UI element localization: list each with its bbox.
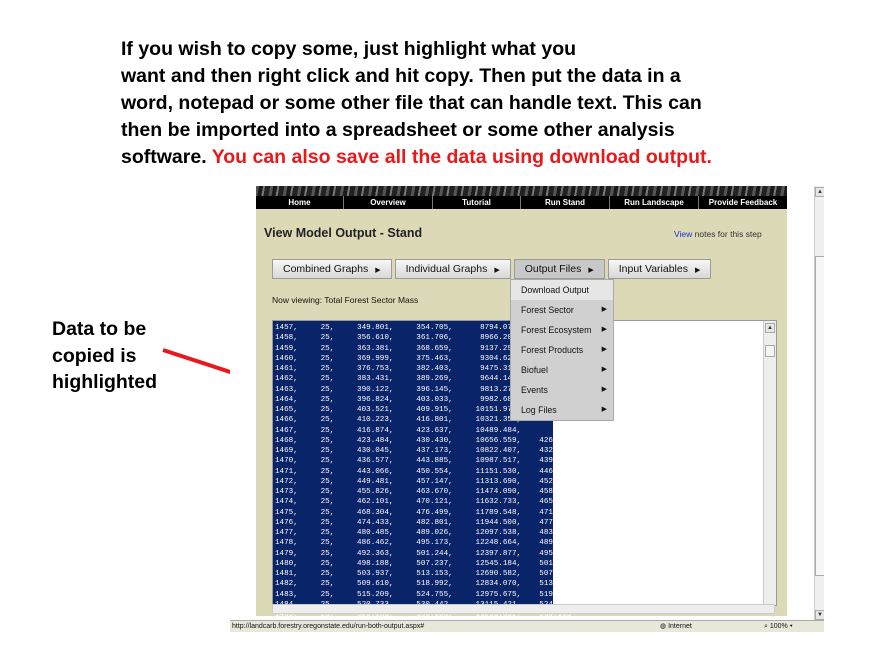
view-notes-link[interactable]: View (674, 229, 692, 239)
zoom-level[interactable]: ⌕ 100% ▾ (764, 621, 793, 632)
data-row: 1482, 25, 509.610, 518.992, 12834.070, 5… (275, 580, 572, 589)
tab-individual-graphs[interactable]: Individual Graphs ▶ (394, 259, 511, 279)
data-row: 1476, 25, 474.433, 482.801, 11944.500, 4… (275, 518, 572, 527)
triangle-right-icon: ▶ (601, 326, 607, 333)
data-row: 1480, 25, 498.188, 507.237, 12545.184, 5… (275, 559, 572, 568)
triangle-right-icon: ▶ (601, 406, 607, 413)
data-row: 1470, 25, 436.577, 443.885, 10987.517, 4… (275, 457, 572, 466)
data-row: 1478, 25, 486.462, 495.173, 12248.664, 4… (275, 539, 572, 548)
triangle-right-icon: ▶ (588, 267, 594, 274)
scroll-thumb[interactable] (765, 345, 775, 357)
output-tabs: Combined Graphs ▶ Individual Graphs ▶ Outp… (272, 259, 714, 279)
data-row: 1473, 25, 455.826, 463.670, 11474.090, 4… (275, 488, 572, 496)
menu-item-log-files[interactable]: Log Files ▶ (511, 400, 613, 420)
menu-item-label: Biofuel (521, 365, 548, 375)
triangle-right-icon: ▶ (601, 366, 607, 373)
internet-zone: ◍ Internet (660, 621, 692, 632)
menu-item-download-output[interactable]: Download Output (511, 280, 613, 300)
data-row: 1471, 25, 443.066, 450.554, 11151.530, 4… (275, 467, 572, 476)
data-row: 1474, 25, 462.101, 470.121, 11632.733, 4… (275, 498, 572, 507)
data-row: 1481, 25, 503.937, 513.153, 12690.582, 5… (275, 570, 572, 578)
menu-item-forest-ecosystem[interactable]: Forest Ecosystem ▶ (511, 320, 613, 340)
menu-item-forest-products[interactable]: Forest Products ▶ (511, 340, 613, 360)
zoom-label: 100% (769, 623, 788, 630)
nav-provide-feedback[interactable]: Provide Feedback (699, 196, 787, 209)
textarea-scrollbar[interactable]: ▲ (763, 321, 776, 605)
status-url: http://landcarb.forestry.oregonstate.edu… (232, 623, 425, 630)
scroll-up-icon[interactable]: ▲ (815, 187, 824, 197)
nav-run-stand[interactable]: Run Stand (521, 196, 610, 209)
horizontal-scrollbar[interactable] (272, 604, 775, 614)
zone-label: Internet (668, 623, 692, 630)
output-files-dropdown: Download Output Forest Sector ▶ Forest Ec… (510, 279, 614, 421)
tab-output-files[interactable]: Output Files ▶ (513, 259, 605, 279)
triangle-right-icon: ▶ (694, 267, 701, 274)
status-bar: http://landcarb.forestry.oregonstate.edu… (230, 620, 824, 632)
scroll-down-icon[interactable]: ▼ (815, 610, 824, 620)
data-row: 1483, 25, 515.209, 524.755, 12975.675, 5… (275, 590, 572, 599)
menu-item-label: Forest Sector (521, 305, 574, 315)
nav-bar: Home Overview Tutorial Run Stand Run Lan… (256, 196, 787, 209)
triangle-right-icon: ▶ (601, 346, 607, 353)
menu-item-forest-sector[interactable]: Forest Sector ▶ (511, 300, 613, 320)
tab-input-variables[interactable]: Input Variables ▶ (607, 259, 712, 279)
data-row: 1472, 25, 449.481, 457.147, 11313.690, 4… (275, 477, 572, 486)
triangle-right-icon: ▶ (494, 267, 500, 274)
nav-tutorial[interactable]: Tutorial (433, 196, 521, 209)
notes-label: notes for this step (694, 229, 762, 239)
magnifier-icon: ⌕ (764, 623, 768, 630)
data-row: 1477, 25, 480.485, 489.026, 12097.538, 4… (275, 529, 572, 537)
data-row: 1467, 25, 416.874, 423.637, 10489.484, (275, 426, 522, 435)
triangle-right-icon: ▶ (601, 386, 607, 393)
menu-item-label: Events (521, 385, 548, 395)
data-row: 1468, 25, 423.484, 430.430, 10656.559, 4… (275, 436, 572, 445)
nav-overview[interactable]: Overview (344, 196, 433, 209)
notes-text: View notes for this step (674, 229, 762, 239)
menu-item-label: Log Files (521, 405, 557, 415)
nav-home[interactable]: Home (256, 196, 344, 209)
nav-run-landscape[interactable]: Run Landscape (610, 196, 699, 209)
header-banner-image (256, 186, 787, 196)
now-viewing-label: Now viewing: Total Forest Sector Mass (272, 295, 419, 305)
menu-item-label: Download Output (521, 285, 589, 295)
scroll-thumb[interactable] (815, 256, 824, 576)
data-row: 1469, 25, 430.045, 437.173, 10822.407, 4… (275, 447, 572, 455)
tab-combined-graphs[interactable]: Combined Graphs ▶ (272, 259, 392, 279)
scroll-up-icon[interactable]: ▲ (765, 323, 775, 333)
menu-item-label: Forest Ecosystem (521, 325, 592, 335)
triangle-right-icon: ▶ (601, 306, 607, 313)
page-title: View Model Output - Stand (264, 226, 423, 240)
tab-label: Combined Graphs (283, 263, 369, 275)
tab-label: Individual Graphs (405, 263, 488, 275)
tab-label: Output Files (524, 263, 582, 275)
menu-item-label: Forest Products (521, 345, 584, 355)
data-row: 1475, 25, 468.304, 476.499, 11789.548, 4… (275, 508, 572, 517)
tab-label: Input Variables (618, 263, 688, 275)
browser-window: Home Overview Tutorial Run Stand Run Lan… (230, 186, 824, 632)
browser-scrollbar[interactable]: ▲ ▼ (814, 186, 824, 622)
globe-icon: ◍ (660, 623, 667, 630)
triangle-right-icon: ▶ (375, 267, 381, 274)
menu-item-events[interactable]: Events ▶ (511, 380, 613, 400)
menu-item-biofuel[interactable]: Biofuel ▶ (511, 360, 613, 380)
data-row: 1479, 25, 492.363, 501.244, 12397.877, 4… (275, 549, 572, 558)
web-page: Home Overview Tutorial Run Stand Run Lan… (256, 186, 787, 629)
